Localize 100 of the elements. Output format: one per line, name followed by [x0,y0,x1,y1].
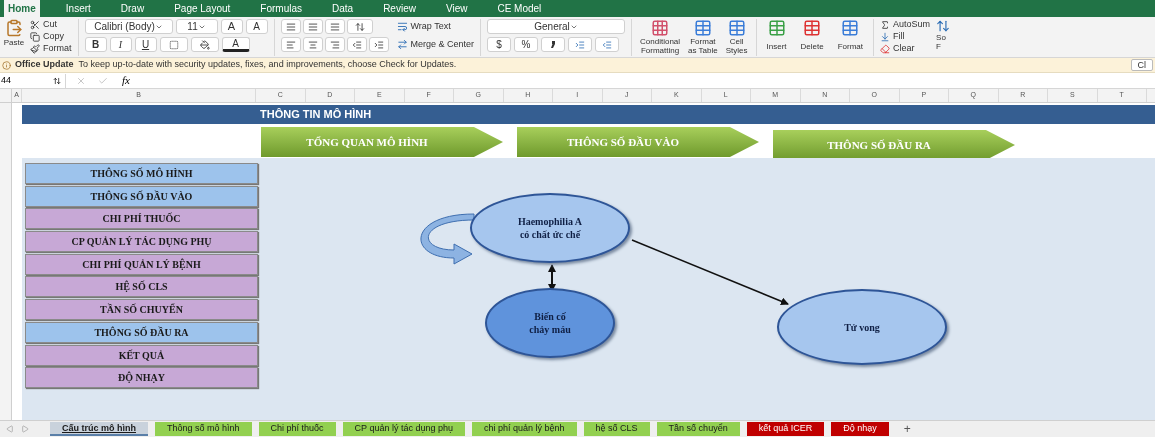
check-updates-button[interactable]: Cl [1130,59,1153,71]
styles-button[interactable]: Format as Table [688,19,718,56]
sort-icon [936,19,951,33]
ribbon-tab[interactable]: Insert [61,0,95,17]
align-right-button[interactable] [324,37,345,52]
sheet-tab[interactable]: hệ số CLS [583,422,650,436]
paste-button[interactable]: Paste [2,19,26,56]
ribbon-tab[interactable]: View [441,0,472,17]
menu-button[interactable]: CHI PHÍ THUỐC [25,208,258,230]
underline-button[interactable]: U [134,37,157,52]
currency-button[interactable]: $ [487,37,512,52]
name-box[interactable]: 44 [0,73,66,88]
sheet-tab[interactable]: CP quản lý tác dụng phụ [342,422,465,436]
menu-button[interactable]: THÔNG SỐ MÔ HÌNH [25,163,258,184]
enter-icon [98,75,108,86]
bottom-align-icon [329,21,340,32]
ribbon-tab[interactable]: Review [379,0,420,17]
menu-button[interactable]: THÔNG SỐ ĐẦU RA [25,321,258,343]
fill-color-button[interactable] [190,37,219,52]
ribbon-tab[interactable]: Home [4,0,40,17]
middle-align-button[interactable] [302,19,323,34]
decrease-decimal-icon [602,39,613,50]
title-bar: THÔNG TIN MÔ HÌNH [22,105,1155,124]
align-center-icon [307,39,318,50]
menu-button[interactable]: HỆ SỐ CLS [25,276,258,298]
bottom-align-button[interactable] [324,19,345,34]
fill-button[interactable]: Fill [880,31,931,42]
comma-style-button[interactable] [541,37,566,52]
ribbon-tab[interactable]: Data [328,0,358,17]
function-button[interactable]: fx [122,72,130,89]
cancel-icon [76,75,86,86]
conditional-format-icon [651,19,670,37]
font-name-dropdown[interactable]: Calibri (Body) [84,19,173,34]
format-cells-icon [841,19,860,37]
grow-font-button[interactable]: A [220,19,243,34]
sort-filter-button[interactable]: So F [936,19,951,56]
decrease-indent-button[interactable] [346,37,367,52]
font-size-dropdown[interactable]: 11 [175,19,218,34]
increase-indent-button[interactable] [368,37,389,52]
ribbon-tab[interactable]: Page Layout [170,0,235,17]
wrap-text-button[interactable]: Wrap Text [396,19,475,34]
ribbon-tab[interactable]: Formulas [256,0,306,17]
sheet-tab[interactable]: Chi phí thuốc [258,422,336,436]
menu-button[interactable]: KẾT QUẢ [25,344,258,366]
percent-button[interactable]: % [514,37,539,52]
sheet-tab[interactable]: Thông số mô hình [155,422,252,436]
menu-button[interactable]: CP QUẢN LÝ TÁC DỤNG PHỤ [25,231,258,253]
align-left-button[interactable] [280,37,301,52]
update-message: To keep up-to-date with security updates, fixes, and improvements, choose Check for Updates. [78,58,457,72]
node-label: Biến cố [534,310,566,323]
decrease-decimal-button[interactable] [595,37,620,52]
align-center-button[interactable] [302,37,323,52]
sheet-tab[interactable]: kết quả ICER [746,422,825,436]
sigma-icon [880,19,890,30]
top-align-button[interactable] [280,19,301,34]
previous-sheet-icon[interactable] [6,425,14,433]
add-sheet-button[interactable]: + [903,420,911,437]
middle-align-icon [307,21,318,32]
paint-bucket-icon [199,39,210,50]
cells-button[interactable]: Insert [766,19,787,56]
borders-icon [168,39,179,50]
sheet-tab[interactable]: Độ nhạy [831,422,889,436]
node-label: có chất ức chế [519,228,581,241]
merge-icon [396,39,408,50]
font-color-button[interactable]: A [221,37,250,52]
cells-button[interactable]: Delete [800,19,824,56]
copy-button[interactable]: Copy [30,31,72,42]
format-painter-button[interactable]: Format [30,43,72,54]
autosum-button[interactable]: AutoSum [880,19,931,30]
ribbon-tab[interactable]: Draw [116,0,149,17]
merge-center-button[interactable]: Merge & Center [396,37,475,52]
sheet-tab[interactable]: chi phí quản lý bệnh [472,422,577,436]
next-sheet-icon[interactable] [21,425,29,433]
paste-icon [5,19,23,37]
sheet-tab[interactable]: Cấu trúc mô hình [50,422,148,436]
menu-button[interactable]: CHI PHÍ QUẢN LÝ BỆNH [25,253,258,275]
fill-down-icon [880,31,890,42]
ribbon-tab[interactable]: CE Model [493,0,546,17]
cells-button[interactable]: Format [837,19,863,56]
menu-button[interactable]: THÔNG SỐ ĐẦU VÀO [25,185,258,207]
menu-button[interactable]: ĐỘ NHẠY [25,367,258,389]
shrink-font-button[interactable]: A [245,19,268,34]
delete-cells-icon [803,19,822,37]
cut-button[interactable]: Cut [30,19,72,30]
borders-button[interactable] [159,37,188,52]
align-left-icon [285,39,296,50]
italic-button[interactable]: I [109,37,132,52]
comma-icon [551,41,556,48]
bold-button[interactable]: B [84,37,107,52]
self-loop-arrow [420,213,475,265]
number-format-dropdown[interactable]: General [487,19,626,34]
wrap-text-icon [396,21,408,32]
decrease-indent-icon [351,39,362,50]
orientation-button[interactable] [346,19,373,34]
styles-button[interactable]: Cell Styles [725,19,748,56]
node-label: chảy máu [529,323,571,336]
menu-button[interactable]: TẦN SỐ CHUYỂN [25,299,258,321]
clear-button[interactable]: Clear [880,43,931,54]
styles-button[interactable]: Conditional Formatting [640,19,681,56]
sheet-tab[interactable]: Tần số chuyển [656,422,740,436]
